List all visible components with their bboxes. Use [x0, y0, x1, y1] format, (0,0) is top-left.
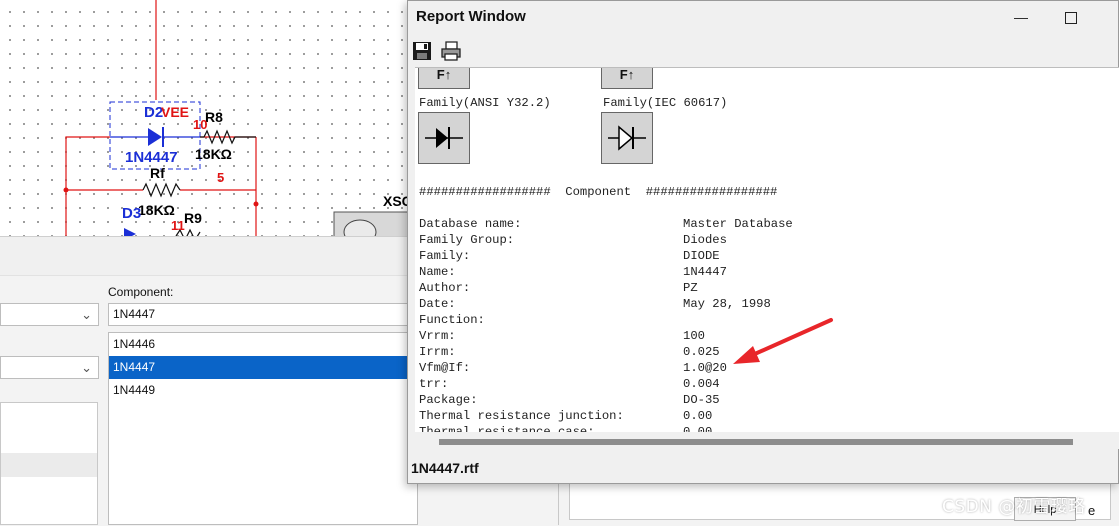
horizontal-scrollbar[interactable]	[415, 432, 1119, 449]
component-list-item[interactable]: 1N4446	[109, 333, 417, 356]
field-value: 0.025	[683, 345, 720, 359]
save-icon[interactable]	[412, 41, 432, 61]
field-value: 100	[683, 329, 705, 343]
print-icon[interactable]	[440, 41, 462, 61]
component-field-value: 1N4447	[113, 307, 156, 321]
family-list[interactable]	[0, 402, 98, 525]
label-r9: R9	[184, 210, 202, 226]
report-window[interactable]: Report Window — F↑ F↑ Family(ANSI Y32.2)…	[407, 0, 1119, 484]
label-node5: 5	[217, 170, 224, 185]
symbol-ansi-top: F↑	[418, 67, 470, 89]
resistor-rf[interactable]	[142, 182, 181, 198]
section-header: ################## Component ###########…	[419, 185, 778, 199]
field-value: 1.0@20	[683, 361, 727, 375]
diode-ansi-icon	[418, 112, 470, 164]
junction-dot	[253, 201, 259, 207]
status-filename: 1N4447.rtf	[411, 460, 479, 476]
field-key: Database name:	[419, 217, 522, 231]
field-value: 1N4447	[683, 265, 727, 279]
watermark: CSDN @初雪璎珞	[942, 497, 1086, 517]
field-key: Family Group:	[419, 233, 515, 247]
field-key: Vrrm:	[419, 329, 456, 343]
diode-iec-icon	[601, 112, 653, 164]
component-list-item[interactable]: 1N4449	[109, 379, 417, 402]
schematic-drawing: D2 VEE R8 10 1N4447 18KΩ 5 Rf 18KΩ D3 11…	[63, 0, 412, 240]
symbol-iec-label: Family(IEC 60617)	[603, 96, 728, 110]
junction-dot	[63, 187, 69, 193]
field-key: Family:	[419, 249, 471, 263]
label-node11: 11	[171, 218, 185, 233]
field-value: 0.004	[683, 377, 720, 391]
label-r8-value: 18KΩ	[195, 146, 232, 162]
field-value: Master Database	[683, 217, 793, 231]
group-dropdown[interactable]: ⌄	[0, 303, 99, 326]
field-value: Diodes	[683, 233, 727, 247]
field-value: DO-35	[683, 393, 720, 407]
component-field[interactable]: 1N4447	[108, 303, 410, 326]
family-dropdown[interactable]: ⌄	[0, 356, 99, 379]
field-value: PZ	[683, 281, 698, 295]
field-key: Date:	[419, 297, 456, 311]
label-node10: 10	[193, 117, 207, 132]
field-value: 0.00	[683, 409, 713, 423]
label-vee: VEE	[161, 104, 189, 120]
minimize-icon[interactable]: —	[998, 1, 1044, 33]
component-list-item[interactable]: 1N4447	[109, 356, 417, 379]
chevron-down-icon: ⌄	[81, 307, 92, 322]
field-key: Name:	[419, 265, 456, 279]
label-d3: D3	[122, 205, 141, 222]
diode-d2-symbol[interactable]	[148, 128, 162, 146]
family-list-row[interactable]	[1, 453, 97, 477]
maximize-icon[interactable]	[1048, 1, 1094, 33]
field-key: Irrm:	[419, 345, 456, 359]
label-rf-value: 18KΩ	[138, 202, 175, 218]
field-key: Package:	[419, 393, 478, 407]
report-document[interactable]: F↑ F↑ Family(ANSI Y32.2) Family(IEC 6061…	[415, 67, 1119, 433]
label-d2-part: 1N4447	[125, 149, 178, 166]
field-key: Vfm@If:	[419, 361, 471, 375]
chevron-down-icon: ⌄	[81, 360, 92, 375]
edge-text: e	[1088, 503, 1096, 518]
label-r8: R8	[205, 109, 223, 125]
scrollbar-thumb[interactable]	[439, 439, 1073, 445]
symbol-glyph: F↑	[436, 67, 452, 82]
field-value: DIODE	[683, 249, 720, 263]
field-value: May 28, 1998	[683, 297, 771, 311]
symbol-iec-top: F↑	[601, 67, 653, 89]
window-title: Report Window	[416, 8, 526, 25]
component-list[interactable]: 1N4446 1N4447 1N4449	[108, 332, 418, 525]
field-key: Author:	[419, 281, 471, 295]
symbol-glyph: F↑	[619, 67, 635, 82]
symbol-ansi-label: Family(ANSI Y32.2)	[419, 96, 551, 110]
field-key: Function:	[419, 313, 485, 327]
label-rf: Rf	[150, 165, 165, 181]
field-key: trr:	[419, 377, 449, 391]
component-label: Component:	[108, 285, 174, 299]
field-key: Thermal resistance junction:	[419, 409, 624, 423]
wire	[65, 136, 110, 236]
